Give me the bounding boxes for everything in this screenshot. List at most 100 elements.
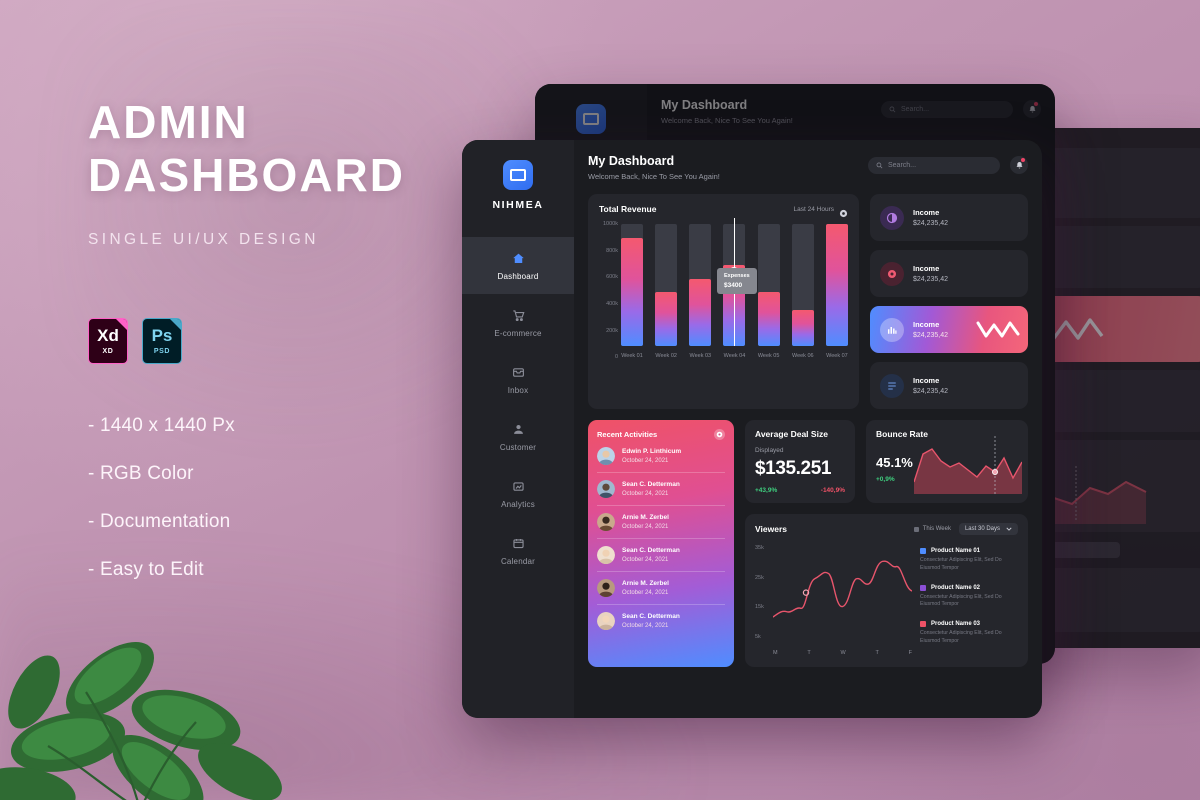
sidebar-item-dashboard[interactable]: Dashboard bbox=[462, 237, 574, 294]
bar-column[interactable]: Week 02 bbox=[655, 224, 678, 359]
sidebar-item-analytics[interactable]: Analytics bbox=[462, 465, 574, 522]
activity-text: Edwin P. Linthicum October 24, 2021 bbox=[622, 448, 681, 464]
activity-text: Sean C. Detterman October 24, 2021 bbox=[622, 481, 680, 497]
bar-column[interactable]: Week 01 bbox=[621, 224, 643, 359]
income-card-list: Income $24,235,42 Income $24,235,42 Inco… bbox=[870, 194, 1028, 409]
income-card[interactable]: Income $24,235,42 bbox=[870, 362, 1028, 409]
app-logo[interactable]: NIHMEA bbox=[492, 160, 543, 211]
bar-column[interactable]: Week 06 bbox=[791, 224, 814, 359]
activity-row[interactable]: Edwin P. Linthicum October 24, 2021 bbox=[597, 440, 725, 473]
user-icon bbox=[510, 422, 526, 438]
deal-card-value: $135.251 bbox=[755, 458, 832, 479]
bar-column[interactable]: Week 07 bbox=[825, 224, 848, 359]
activity-row[interactable]: Arnie M. Zerbel October 24, 2021 bbox=[597, 572, 725, 605]
donut-icon bbox=[880, 261, 904, 286]
activity-row[interactable]: Arnie M. Zerbel October 24, 2021 bbox=[597, 506, 725, 539]
revenue-range-label[interactable]: Last 24 Hours bbox=[794, 206, 834, 213]
legend-item[interactable]: Product Name 01 Consectetur Adipiscing E… bbox=[920, 548, 1018, 573]
calendar-icon bbox=[510, 536, 526, 552]
sidebar-item-e-commerce[interactable]: E-commerce bbox=[462, 294, 574, 351]
avatar bbox=[597, 480, 615, 498]
search-placeholder: Search... bbox=[888, 161, 917, 169]
income-card[interactable]: Income $24,235,42 bbox=[870, 194, 1028, 241]
search-icon bbox=[876, 162, 883, 168]
income-card-title: Income bbox=[913, 320, 940, 329]
v-xlabel: F bbox=[908, 650, 912, 656]
legend-description: Consectetur Adipiscing Elit, Sed Do Eius… bbox=[920, 593, 1002, 608]
y-tick: 400k bbox=[606, 300, 618, 307]
main-content: My Dashboard Welcome Back, Nice To See Y… bbox=[574, 140, 1042, 718]
activity-row[interactable]: Sean C. Detterman October 24, 2021 bbox=[597, 605, 725, 637]
poster-subtitle: SINGLE UI/UX DESIGN bbox=[88, 230, 319, 248]
legend-item[interactable]: Product Name 03 Consectetur Adipiscing E… bbox=[920, 621, 1018, 646]
topbar: My Dashboard Welcome Back, Nice To See Y… bbox=[588, 154, 1028, 181]
logo-tile-icon bbox=[502, 160, 533, 190]
xd-badge-sublabel: XD bbox=[102, 348, 114, 355]
sidebar-item-calendar[interactable]: Calendar bbox=[462, 522, 574, 579]
legend-name: Product Name 03 bbox=[931, 621, 981, 628]
notifications-button[interactable] bbox=[1010, 156, 1028, 174]
bar-label: Week 04 bbox=[723, 353, 746, 359]
xd-badge-label: Xd bbox=[97, 326, 119, 345]
viewers-chip-label: This Week bbox=[922, 526, 951, 532]
revenue-bar-chart: 1000k 800k 600k 400k 200k 0 Week 01 Week… bbox=[599, 218, 848, 372]
income-card-value: $24,235,42 bbox=[913, 332, 949, 339]
bar-column[interactable]: Week 05 bbox=[757, 224, 780, 359]
xd-badge: Xd XD bbox=[88, 318, 128, 364]
psd-badge-label: Ps bbox=[151, 326, 173, 345]
poster-copy: ADMIN DASHBOARD SINGLE UI/UX DESIGN bbox=[88, 96, 488, 249]
avatar bbox=[597, 513, 615, 531]
activity-name: Arnie M. Zerbel bbox=[622, 514, 669, 521]
bar-label: Week 07 bbox=[826, 353, 848, 359]
deal-delta-down: -140,9% bbox=[820, 487, 845, 494]
page-subtitle: Welcome Back, Nice To See You Again! bbox=[588, 172, 720, 181]
activity-row[interactable]: Sean C. Detterman October 24, 2021 bbox=[597, 473, 725, 506]
gear-icon[interactable] bbox=[714, 429, 725, 440]
activity-row[interactable]: Sean C. Detterman October 24, 2021 bbox=[597, 539, 725, 572]
home-icon bbox=[510, 251, 526, 267]
avatar bbox=[597, 612, 615, 630]
income-card-text: Income $24,235,42 bbox=[913, 376, 948, 395]
viewers-range-select[interactable]: Last 30 Days bbox=[958, 523, 1018, 535]
y-tick: 1000k bbox=[603, 221, 618, 227]
v-xlabel: T bbox=[875, 650, 879, 656]
search-input[interactable]: Search... bbox=[868, 156, 1000, 174]
page-heading-group: My Dashboard Welcome Back, Nice To See Y… bbox=[588, 154, 720, 181]
recent-activities-card: Recent Activities Edwin P. Linthicum Oct… bbox=[588, 420, 734, 667]
bar-label: Week 05 bbox=[757, 353, 780, 359]
activities-header: Recent Activities bbox=[597, 429, 725, 440]
sidebar-item-customer[interactable]: Customer bbox=[462, 408, 574, 465]
chart-tooltip: Expenses $3400 bbox=[717, 268, 757, 294]
v-tick: 25k bbox=[755, 574, 764, 581]
income-card-active[interactable]: Income $24,235,42 bbox=[870, 306, 1028, 353]
psd-badge-sublabel: PSD bbox=[153, 348, 171, 355]
analytics-icon bbox=[510, 479, 526, 495]
gear-icon[interactable] bbox=[839, 205, 848, 217]
activity-date: October 24, 2021 bbox=[622, 524, 669, 530]
sidebar-label-inbox: Inbox bbox=[507, 385, 529, 395]
cart-icon bbox=[510, 308, 526, 324]
income-card-title: Income bbox=[913, 208, 940, 217]
bar-column[interactable]: Week 03 bbox=[689, 224, 712, 359]
income-card-text: Income $24,235,42 bbox=[913, 264, 948, 283]
sidebar-nav: Dashboard E-commerce Inbox Customer Anal… bbox=[462, 237, 574, 579]
dashboard-window: NIHMEA Dashboard E-commerce Inbox Custom… bbox=[462, 140, 1042, 718]
notification-dot bbox=[1021, 158, 1025, 162]
sidebar: NIHMEA Dashboard E-commerce Inbox Custom… bbox=[462, 140, 574, 718]
sidebar-item-inbox[interactable]: Inbox bbox=[462, 351, 574, 408]
income-card[interactable]: Income $24,235,42 bbox=[870, 250, 1028, 297]
activity-text: Sean C. Detterman October 24, 2021 bbox=[622, 613, 680, 629]
bottom-grid: Recent Activities Edwin P. Linthicum Oct… bbox=[588, 420, 1028, 667]
feature-item: - 1440 x 1440 Px bbox=[88, 415, 235, 436]
bounce-rate-sparkline bbox=[914, 436, 1022, 494]
legend-color-swatch bbox=[920, 548, 926, 554]
activity-name: Edwin P. Linthicum bbox=[622, 448, 682, 455]
revenue-y-axis: 1000k 800k 600k 400k 200k 0 bbox=[599, 221, 621, 372]
y-tick: 0 bbox=[614, 354, 618, 361]
income-card-value: $24,235,42 bbox=[913, 276, 949, 283]
legend-item[interactable]: Product Name 02 Consectetur Adipiscing E… bbox=[920, 584, 1018, 610]
bar-label: Week 03 bbox=[689, 353, 712, 359]
legend-name: Product Name 01 bbox=[931, 548, 981, 554]
viewers-chip-this-week[interactable]: This Week bbox=[913, 526, 951, 532]
sidebar-label-analytics: Analytics bbox=[501, 499, 535, 509]
